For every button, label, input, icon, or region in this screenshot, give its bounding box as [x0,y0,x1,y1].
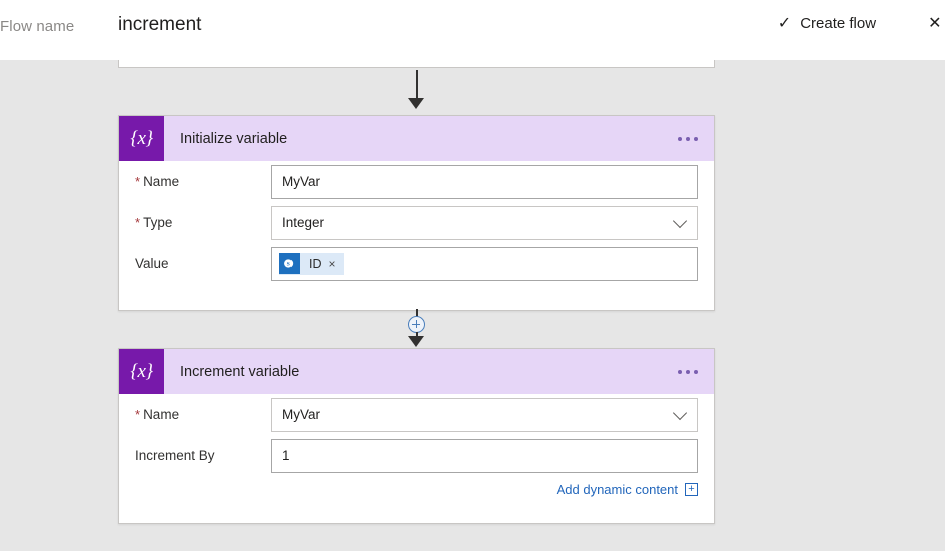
close-button[interactable]: ✕ Clo [928,15,945,32]
previous-action-card-partial[interactable] [118,60,715,68]
name-dropdown-value: MyVar [282,407,321,422]
insert-step-button[interactable] [408,316,425,333]
header-actions: ✓ Create flow ✕ Clo [778,15,945,32]
flow-name-value[interactable]: increment [118,14,201,36]
close-icon: ✕ [928,14,942,32]
add-dynamic-content-link[interactable]: Add dynamic content + [557,482,698,497]
app-header: Flow name increment ✓ Create flow ✕ Clo [0,0,945,60]
flow-name-label: Flow name [0,18,75,35]
ellipsis-icon[interactable] [676,131,700,147]
field-row-name: * Name MyVar [119,394,714,435]
card-title: Initialize variable [180,130,288,147]
create-flow-button[interactable]: ✓ Create flow [778,15,876,32]
type-dropdown-value: Integer [282,215,325,230]
plus-box-icon: + [685,483,698,496]
action-card-initialize-variable[interactable]: {x} Initialize variable * Name MyVar * Typ… [118,115,715,311]
check-icon: ✓ [777,14,792,32]
field-row-value: Value S ID × [119,243,714,284]
card-body-spacer [119,284,714,310]
svg-text:S: S [287,262,290,268]
field-label-value: Value [135,256,169,271]
required-asterisk: * [135,174,141,189]
card-title: Increment variable [180,363,300,380]
field-label-type: * Type [135,215,173,230]
chevron-down-icon [672,405,688,420]
chevron-down-icon [672,213,688,228]
card-header[interactable]: {x} Initialize variable [119,116,714,161]
connector-arrow-2 [408,336,424,347]
increment-by-value: 1 [282,448,290,463]
field-label-name: * Name [135,407,180,422]
variable-braces-icon: {x} [119,349,164,394]
variable-braces-icon: {x} [119,116,164,161]
dynamic-token-id[interactable]: S ID × [279,252,344,275]
field-row-type: * Type Integer [119,202,714,243]
action-card-increment-variable[interactable]: {x} Increment variable * Name MyVar Incre… [118,348,715,524]
flow-designer-canvas[interactable]: {x} Initialize variable * Name MyVar * Typ… [0,60,945,551]
name-input-value: MyVar [282,174,321,189]
add-dynamic-content-label: Add dynamic content [556,482,678,497]
field-label-name: * Name [135,174,180,189]
token-remove-icon[interactable]: × [329,258,344,270]
sharepoint-icon: S [279,253,300,274]
token-label: ID [309,256,322,271]
connector-arrow-1 [408,98,424,109]
value-input[interactable]: S ID × [271,246,698,281]
required-asterisk: * [135,215,141,230]
create-flow-label: Create flow [800,15,877,32]
increment-by-input[interactable]: 1 [271,438,698,473]
name-dropdown[interactable]: MyVar [271,397,698,432]
type-dropdown[interactable]: Integer [271,205,698,240]
card-body: * Name MyVar * Type Integer Value S ID × [119,161,714,310]
required-asterisk: * [135,407,141,422]
field-label-increment-by: Increment By [135,448,215,463]
card-header[interactable]: {x} Increment variable [119,349,714,394]
name-input[interactable]: MyVar [271,164,698,199]
field-row-increment-by: Increment By 1 [119,435,714,476]
dynamic-content-row: Add dynamic content + [119,476,714,497]
card-body: * Name MyVar Increment By 1 Add dynamic c… [119,394,714,523]
field-row-name: * Name MyVar [119,161,714,202]
ellipsis-icon[interactable] [676,364,700,380]
card-body-spacer [119,497,714,523]
